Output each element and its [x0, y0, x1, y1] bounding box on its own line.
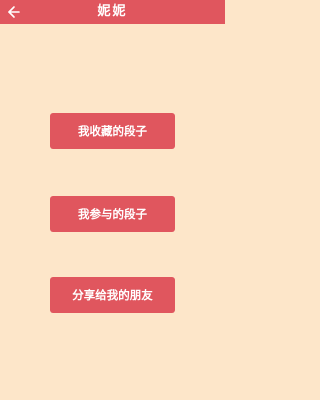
my-favorites-button[interactable]: 我收藏的段子 — [50, 113, 175, 149]
my-participated-button[interactable]: 我参与的段子 — [50, 196, 175, 232]
share-to-friends-button[interactable]: 分享给我的朋友 — [50, 277, 175, 313]
page-title: 妮妮 — [97, 4, 128, 19]
top-bar: 妮妮 — [0, 0, 225, 24]
